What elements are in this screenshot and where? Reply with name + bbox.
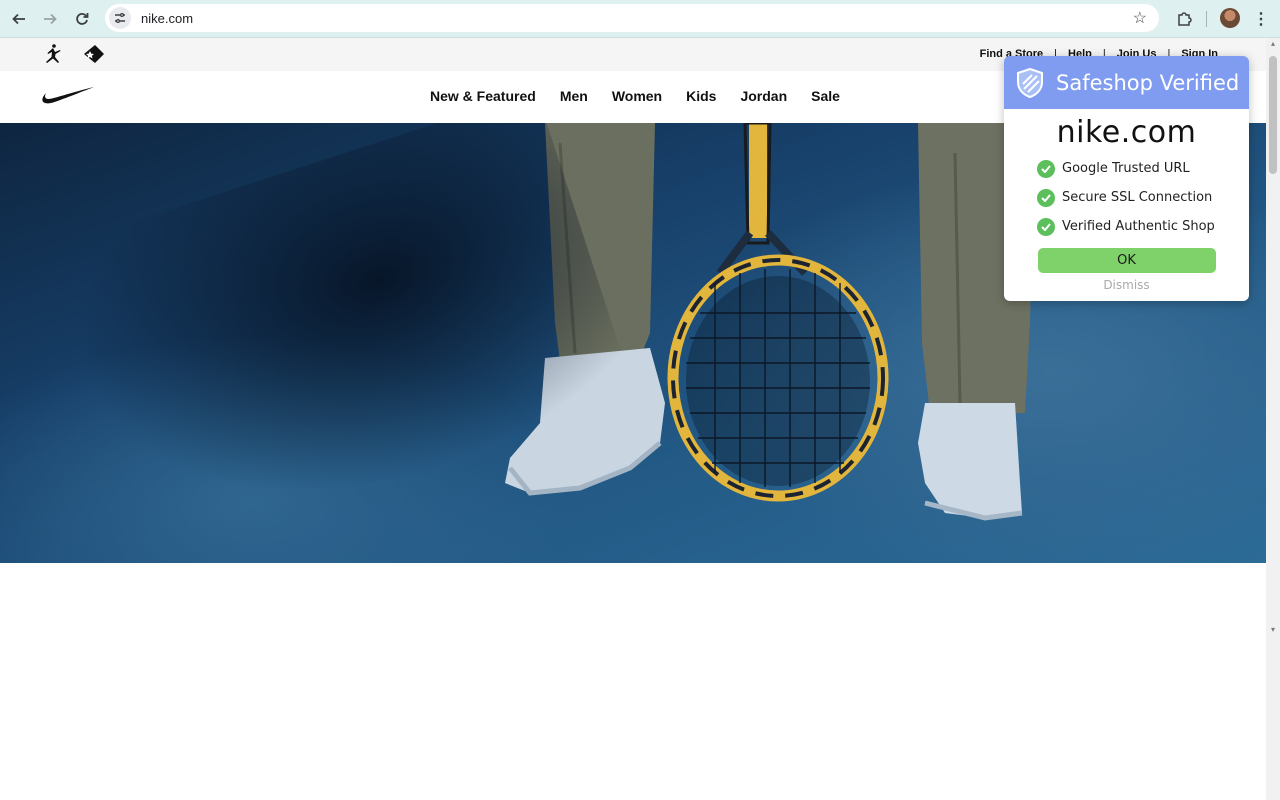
tune-icon bbox=[115, 13, 125, 23]
reload-icon bbox=[76, 13, 89, 25]
star-icon[interactable]: ☆ bbox=[1133, 8, 1147, 28]
nav-kids[interactable]: Kids bbox=[686, 88, 716, 104]
toolbar-divider bbox=[1206, 11, 1207, 27]
check-label: Google Trusted URL bbox=[1062, 161, 1190, 176]
nav-women[interactable]: Women bbox=[612, 88, 662, 104]
extensions-button[interactable] bbox=[1172, 7, 1196, 31]
forward-arrow-icon bbox=[44, 13, 57, 25]
popup-title: Safeshop Verified bbox=[1056, 70, 1240, 95]
popup-header: Safeshop Verified bbox=[1004, 56, 1249, 109]
check-item: Verified Authentic Shop bbox=[1037, 212, 1249, 241]
site-info-button[interactable] bbox=[109, 7, 131, 29]
nav-new-featured[interactable]: New & Featured bbox=[430, 88, 536, 104]
puzzle-icon bbox=[1178, 12, 1192, 26]
check-circle-icon bbox=[1037, 159, 1055, 178]
check-circle-icon bbox=[1037, 188, 1055, 207]
browser-toolbar: nike.com ☆ ⋮ bbox=[0, 0, 1280, 38]
address-bar[interactable]: nike.com ☆ bbox=[105, 4, 1159, 32]
scroll-thumb[interactable] bbox=[1269, 56, 1277, 174]
nav-sale[interactable]: Sale bbox=[811, 88, 840, 104]
ok-button[interactable]: OK bbox=[1037, 248, 1216, 273]
reload-button[interactable] bbox=[70, 7, 94, 31]
nike-swoosh-logo[interactable] bbox=[41, 85, 95, 107]
scroll-down-icon[interactable]: ▾ bbox=[1269, 626, 1277, 634]
scroll-up-icon[interactable]: ▴ bbox=[1269, 40, 1277, 48]
check-label: Verified Authentic Shop bbox=[1062, 219, 1215, 234]
page-scrollbar[interactable]: ▴ ▾ bbox=[1266, 38, 1280, 800]
safeshop-popup: Safeshop Verified nike.com Google Truste… bbox=[1004, 56, 1249, 301]
profile-avatar[interactable] bbox=[1220, 8, 1240, 28]
nav-links: New & Featured Men Women Kids Jordan Sal… bbox=[430, 88, 864, 104]
nav-men[interactable]: Men bbox=[560, 88, 588, 104]
url-text[interactable]: nike.com bbox=[141, 11, 193, 26]
check-circle-icon bbox=[1037, 217, 1055, 236]
back-button[interactable] bbox=[7, 7, 31, 31]
verified-domain: nike.com bbox=[1056, 115, 1197, 150]
dismiss-link[interactable]: Dismiss bbox=[1004, 278, 1249, 292]
shield-icon bbox=[1017, 67, 1043, 98]
verification-checks: Google Trusted URL Secure SSL Connection… bbox=[1004, 154, 1249, 241]
nav-jordan[interactable]: Jordan bbox=[740, 88, 787, 104]
check-item: Google Trusted URL bbox=[1037, 154, 1249, 183]
kebab-menu-icon[interactable]: ⋮ bbox=[1252, 7, 1270, 31]
check-label: Secure SSL Connection bbox=[1062, 190, 1213, 205]
converse-logo-icon[interactable] bbox=[83, 44, 105, 64]
jordan-logo-icon[interactable] bbox=[42, 43, 64, 65]
back-arrow-icon bbox=[12, 13, 25, 25]
check-item: Secure SSL Connection bbox=[1037, 183, 1249, 212]
forward-button[interactable] bbox=[38, 7, 62, 31]
